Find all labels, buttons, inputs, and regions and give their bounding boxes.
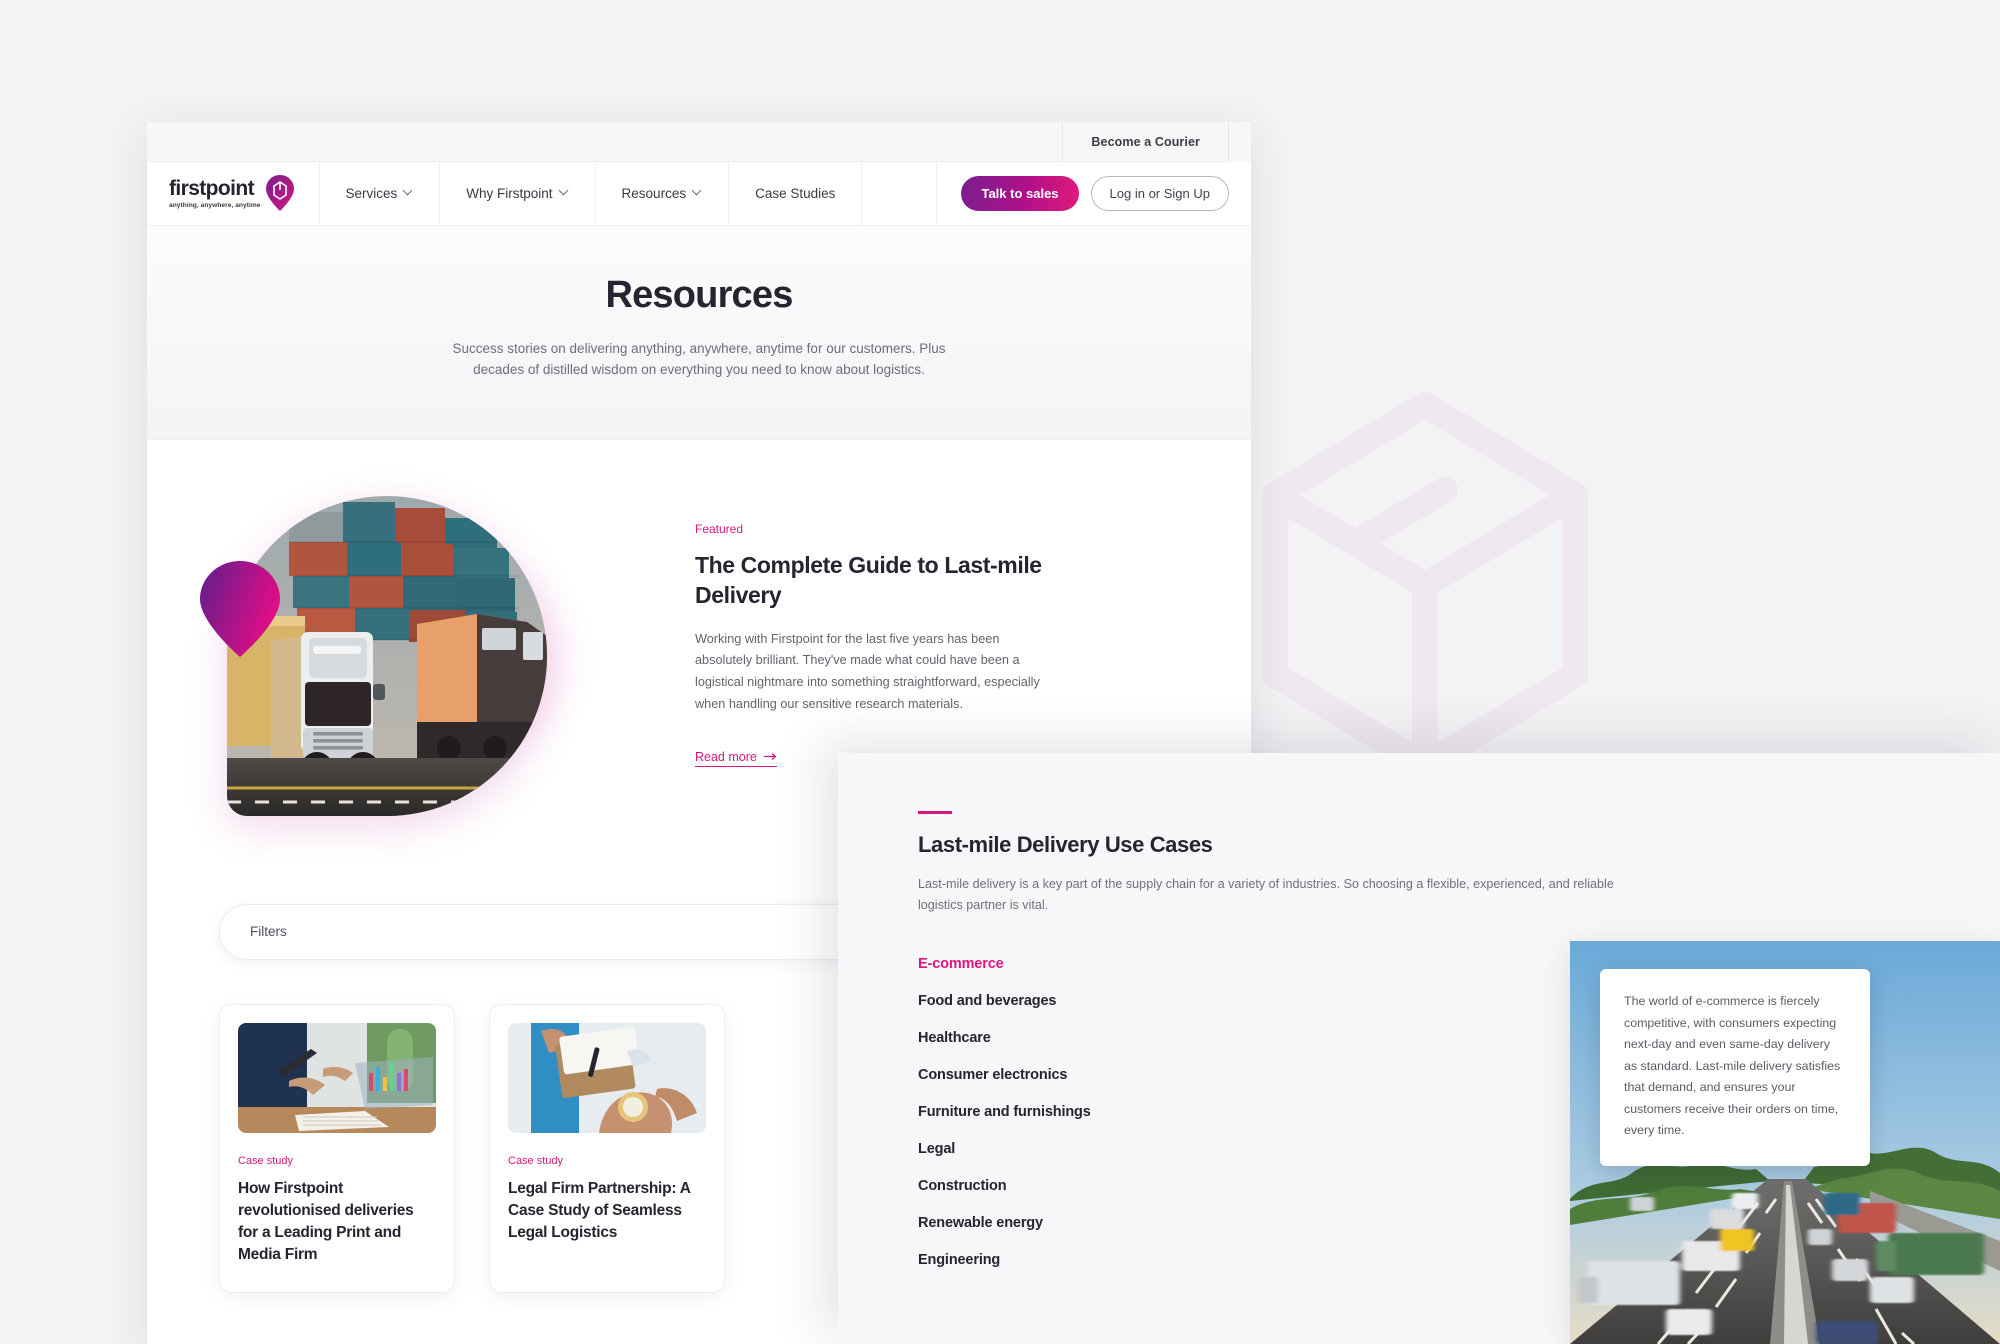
nav-item-label: Case Studies bbox=[755, 186, 836, 201]
nav-item-label: Services bbox=[345, 186, 398, 201]
use-case-item-furniture-and-furnishings[interactable]: Furniture and furnishings bbox=[918, 1104, 1091, 1120]
main-navbar: firstpoint anything, anywhere, anytime S… bbox=[147, 162, 1251, 226]
hero-section: Resources Success stories on delivering … bbox=[147, 226, 1251, 440]
section-accent-rule bbox=[918, 811, 952, 814]
use-case-item-engineering[interactable]: Engineering bbox=[918, 1252, 1000, 1268]
case-study-card[interactable]: Case study Legal Firm Partnership: A Cas… bbox=[489, 1003, 725, 1293]
map-pin-decoration-icon bbox=[200, 560, 280, 657]
nav-item-services[interactable]: Services bbox=[320, 162, 441, 225]
brand-logo[interactable]: firstpoint anything, anywhere, anytime bbox=[147, 162, 320, 225]
featured-body: Working with Firstpoint for the last fiv… bbox=[695, 631, 1040, 712]
use-case-media: The world of e-commerce is fiercely comp… bbox=[1570, 941, 2000, 1344]
featured-read-more-link[interactable]: Read more bbox=[695, 750, 777, 767]
card-thumbnail bbox=[508, 1022, 706, 1133]
cube-watermark-icon bbox=[1262, 392, 1588, 778]
location-pin-logo-icon bbox=[265, 174, 294, 211]
navbar-actions: Talk to sales Log in or Sign Up bbox=[937, 162, 1251, 225]
featured-text-column: Featured The Complete Guide to Last-mile… bbox=[687, 474, 1107, 767]
use-case-item-consumer-electronics[interactable]: Consumer electronics bbox=[918, 1067, 1067, 1083]
login-signup-button[interactable]: Log in or Sign Up bbox=[1090, 176, 1229, 211]
chevron-down-icon bbox=[560, 187, 569, 196]
utility-topbar: Become a Courier bbox=[147, 122, 1251, 162]
nav-item-label: Resources bbox=[621, 186, 687, 201]
screenshot-stage: Become a Courier firstpoint anything, an… bbox=[0, 0, 2000, 1344]
use-case-item-renewable-energy[interactable]: Renewable energy bbox=[918, 1215, 1043, 1231]
card-badge: Case study bbox=[508, 1154, 564, 1167]
filters-label: Filters bbox=[250, 924, 287, 940]
page-subtitle: Success stories on delivering anything, … bbox=[452, 341, 946, 377]
chevron-down-icon bbox=[693, 187, 702, 196]
nav-item-why-firstpoint[interactable]: Why Firstpoint bbox=[440, 162, 596, 225]
chevron-down-icon bbox=[404, 187, 413, 196]
nav-item-label: Why Firstpoint bbox=[466, 186, 553, 201]
brand-name: firstpoint bbox=[169, 177, 255, 200]
use-case-item-healthcare[interactable]: Healthcare bbox=[918, 1030, 991, 1046]
featured-image-column bbox=[147, 474, 687, 854]
become-a-courier-link[interactable]: Become a Courier bbox=[1063, 122, 1228, 162]
use-cases-overlay-panel: Last-mile Delivery Use Cases Last-mile d… bbox=[838, 753, 2000, 1344]
topbar-spacer bbox=[1229, 122, 1251, 162]
use-case-item-e-commerce[interactable]: E-commerce bbox=[918, 956, 1004, 972]
arrow-right-icon bbox=[763, 753, 777, 761]
featured-title: The Complete Guide to Last-mile Delivery bbox=[695, 551, 1042, 609]
talk-to-sales-button[interactable]: Talk to sales bbox=[961, 176, 1079, 211]
page-title: Resources bbox=[605, 274, 793, 316]
nav-item-case-studies[interactable]: Case Studies bbox=[729, 162, 863, 225]
use-case-item-food-and-beverages[interactable]: Food and beverages bbox=[918, 993, 1056, 1009]
use-cases-subtitle: Last-mile delivery is a key part of the … bbox=[918, 877, 1614, 913]
use-case-item-legal[interactable]: Legal bbox=[918, 1141, 955, 1157]
card-title: Legal Firm Partnership: A Case Study of … bbox=[508, 1179, 691, 1241]
read-more-label: Read more bbox=[695, 749, 757, 764]
card-badge: Case study bbox=[238, 1154, 294, 1167]
use-case-item-construction[interactable]: Construction bbox=[918, 1178, 1007, 1194]
card-thumbnail bbox=[238, 1022, 436, 1133]
use-case-detail-card: The world of e-commerce is fiercely comp… bbox=[1600, 969, 1870, 1167]
use-cases-title: Last-mile Delivery Use Cases bbox=[918, 832, 1213, 857]
navbar-spacer bbox=[862, 162, 938, 225]
nav-item-resources[interactable]: Resources bbox=[596, 162, 730, 225]
brand-tagline: anything, anywhere, anytime bbox=[169, 202, 261, 209]
case-study-card[interactable]: Case study How Firstpoint revolutionised… bbox=[219, 1003, 455, 1293]
featured-badge: Featured bbox=[695, 521, 744, 536]
card-title: How Firstpoint revolutionised deliveries… bbox=[238, 1179, 414, 1263]
